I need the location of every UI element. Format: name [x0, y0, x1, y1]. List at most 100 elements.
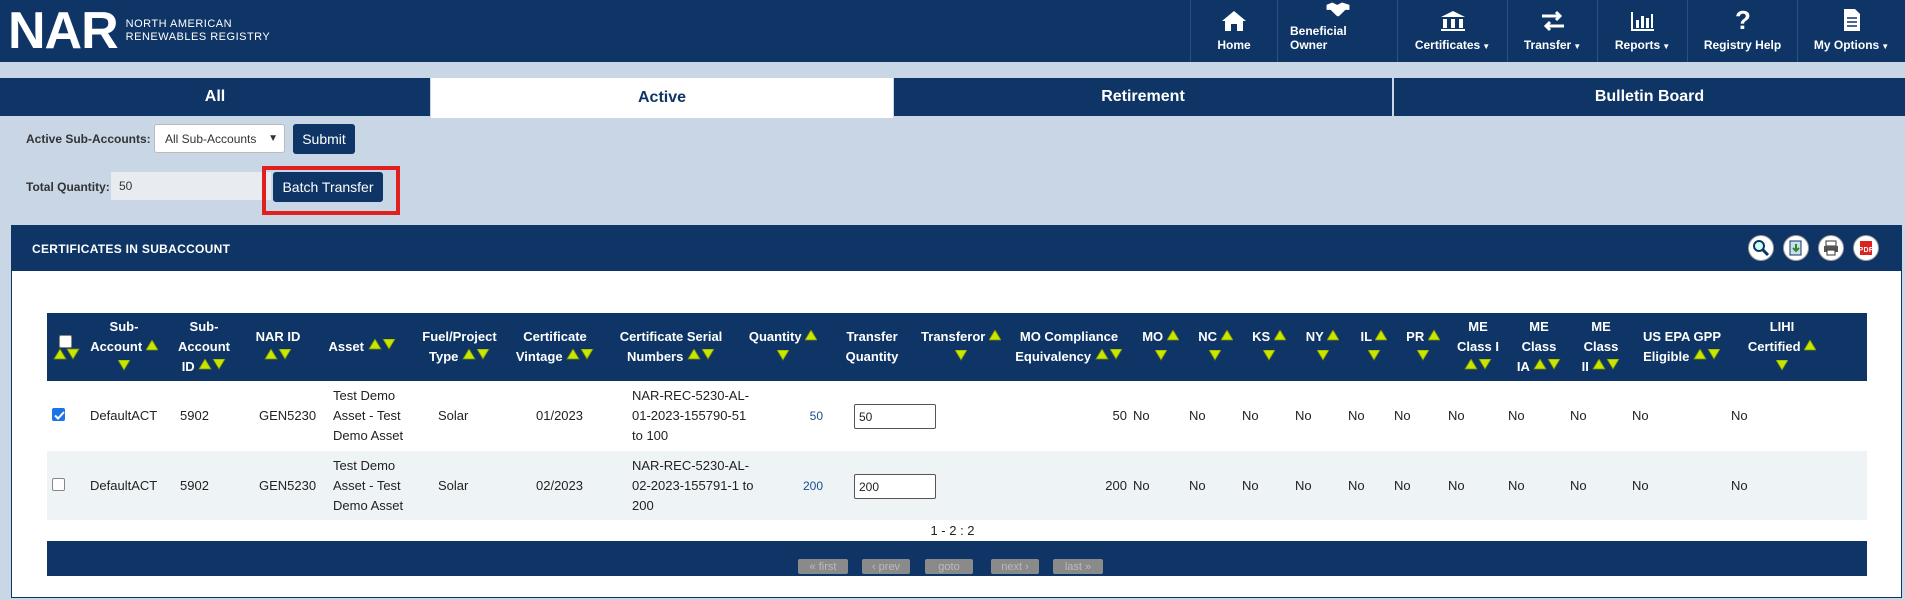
nav-transfer[interactable]: Transfer ▼ [1507, 0, 1597, 62]
sort-down-icon[interactable] [1316, 349, 1329, 361]
sort-up-icon[interactable] [1427, 329, 1441, 341]
nav-beneficial-owner[interactable]: Beneficial Owner [1277, 0, 1397, 62]
cell-asset: Test Demo Asset - Test Demo Asset [333, 457, 404, 513]
submit-button[interactable]: Submit [293, 124, 355, 154]
cell-ny: No [1295, 477, 1312, 493]
sort-up-icon[interactable] [1220, 329, 1234, 341]
cell-nc: No [1189, 407, 1206, 423]
col-sub-account[interactable]: Sub- Account [84, 313, 164, 381]
pager-last-button[interactable]: last » [1053, 559, 1103, 574]
select-all-checkbox[interactable] [58, 334, 72, 348]
cell-vintage: 01/2023 [536, 407, 583, 423]
col-me-class-ia[interactable]: ME Class IA [1508, 313, 1570, 381]
sort-up-icon[interactable] [804, 329, 818, 341]
col-serial[interactable]: Certificate Serial Numbers [603, 313, 739, 381]
col-me-class-i[interactable]: ME Class I [1448, 313, 1508, 381]
sort-arrows-icon[interactable] [566, 348, 594, 361]
tab-retirement[interactable]: Retirement [894, 78, 1392, 116]
chart-icon [1630, 12, 1654, 31]
col-ny[interactable]: NY [1295, 313, 1350, 381]
row-checkbox[interactable] [52, 408, 65, 421]
col-pr[interactable]: PR [1398, 313, 1448, 381]
nav-certificates-label: Certificates ▼ [1414, 38, 1491, 52]
tab-all[interactable]: All [0, 78, 430, 116]
bank-icon [1440, 11, 1465, 31]
pdf-icon[interactable]: PDF [1853, 235, 1879, 261]
cell-sub-account: DefaultACT [90, 407, 158, 423]
sort-arrows-icon[interactable] [1095, 348, 1123, 361]
export-icon[interactable] [1783, 235, 1809, 261]
sort-up-icon[interactable] [1803, 339, 1817, 351]
col-me-class-ii[interactable]: ME Class II [1570, 313, 1632, 381]
nav-registry-help[interactable]: ? Registry Help [1687, 0, 1797, 62]
cell-me-class-i: No [1448, 477, 1465, 493]
sort-arrows-icon[interactable] [198, 358, 226, 371]
row-checkbox[interactable] [52, 478, 65, 491]
sort-up-icon[interactable] [1375, 329, 1388, 341]
pager-first-button[interactable]: « first [798, 559, 848, 574]
sort-up-icon[interactable] [1273, 329, 1287, 341]
sort-arrows-icon[interactable] [1464, 358, 1492, 371]
sort-arrows-icon[interactable] [1693, 348, 1721, 361]
cell-sub-account-id: 5902 [180, 407, 209, 423]
svg-text:?: ? [1735, 8, 1751, 32]
col-quantity[interactable]: Quantity [739, 313, 827, 381]
col-us-epa-gpp[interactable]: US EPA GPP Eligible [1632, 313, 1732, 381]
col-ks[interactable]: KS [1243, 313, 1295, 381]
col-nar-id[interactable]: NAR ID [244, 313, 312, 381]
cell-mo-compliance: 50 [1112, 407, 1127, 423]
nav-home[interactable]: Home [1190, 0, 1277, 62]
col-mo-compliance[interactable]: MO Compliance Equivalency [1005, 313, 1133, 381]
col-lihi[interactable]: LIHI Certified [1732, 313, 1832, 381]
col-sub-account-id[interactable]: Sub- Account ID [164, 313, 244, 381]
sort-down-icon[interactable] [1154, 349, 1167, 361]
search-icon[interactable] [1748, 235, 1774, 261]
cell-mo: No [1133, 477, 1150, 493]
pager-goto-button[interactable]: goto [925, 559, 973, 574]
nav-reports[interactable]: Reports ▼ [1597, 0, 1687, 62]
subaccount-select[interactable]: All Sub-Accounts ▼ [154, 124, 285, 153]
col-asset[interactable]: Asset [312, 313, 412, 381]
sort-down-icon[interactable] [1209, 349, 1222, 361]
checkmark-icon [54, 411, 65, 420]
nav-my-options[interactable]: My Options ▼ [1797, 0, 1905, 62]
pager-prev-button[interactable]: ‹ prev [862, 559, 910, 574]
sort-down-icon[interactable] [776, 349, 790, 361]
transfer-quantity-input[interactable]: 50 [854, 404, 936, 429]
nav-certificates[interactable]: Certificates ▼ [1397, 0, 1507, 62]
table-row: DefaultACT 5902 GEN5230 Test Demo Asset … [47, 451, 1867, 520]
sort-arrows-icon[interactable] [1533, 358, 1561, 371]
tab-active[interactable]: Active [431, 78, 893, 118]
cell-il: No [1348, 477, 1365, 493]
nav-beneficial-owner-label: Beneficial Owner [1290, 24, 1347, 52]
sort-arrows-icon[interactable] [52, 348, 80, 360]
cell-asset: Test Demo Asset - Test Demo Asset [333, 387, 404, 443]
print-icon[interactable] [1818, 235, 1844, 261]
sort-up-icon[interactable] [145, 339, 159, 351]
col-vintage[interactable]: Certificate Vintage [507, 313, 603, 381]
sort-arrows-icon[interactable] [462, 348, 490, 361]
sort-arrows-icon[interactable] [368, 338, 396, 351]
sort-down-icon[interactable] [1262, 349, 1276, 361]
sort-up-icon[interactable] [988, 329, 1002, 341]
sort-up-icon[interactable] [1326, 329, 1340, 341]
total-quantity-field[interactable]: 50 [111, 172, 271, 200]
sort-down-icon[interactable] [1367, 349, 1381, 361]
sort-up-icon[interactable] [1166, 329, 1180, 341]
sort-arrows-icon[interactable] [1592, 358, 1620, 371]
sort-down-icon[interactable] [1775, 359, 1789, 371]
sort-down-icon[interactable] [117, 359, 131, 371]
sort-arrows-icon[interactable] [687, 348, 715, 361]
sort-down-icon[interactable] [1416, 349, 1430, 361]
sort-arrows-icon[interactable] [264, 348, 292, 361]
col-transferor[interactable]: Transferor [917, 313, 1005, 381]
col-nc[interactable]: NC [1188, 313, 1243, 381]
nar-logo[interactable]: NAR NORTH AMERICAN RENEWABLES REGISTRY [8, 5, 270, 57]
sort-down-icon[interactable] [954, 349, 968, 361]
tab-bulletin-board[interactable]: Bulletin Board [1394, 78, 1905, 116]
col-mo[interactable]: MO [1133, 313, 1188, 381]
col-il[interactable]: IL [1350, 313, 1398, 381]
pager-next-button[interactable]: next › [991, 559, 1039, 574]
transfer-quantity-input[interactable]: 200 [854, 474, 936, 499]
col-fuel-type[interactable]: Fuel/Project Type [412, 313, 507, 381]
